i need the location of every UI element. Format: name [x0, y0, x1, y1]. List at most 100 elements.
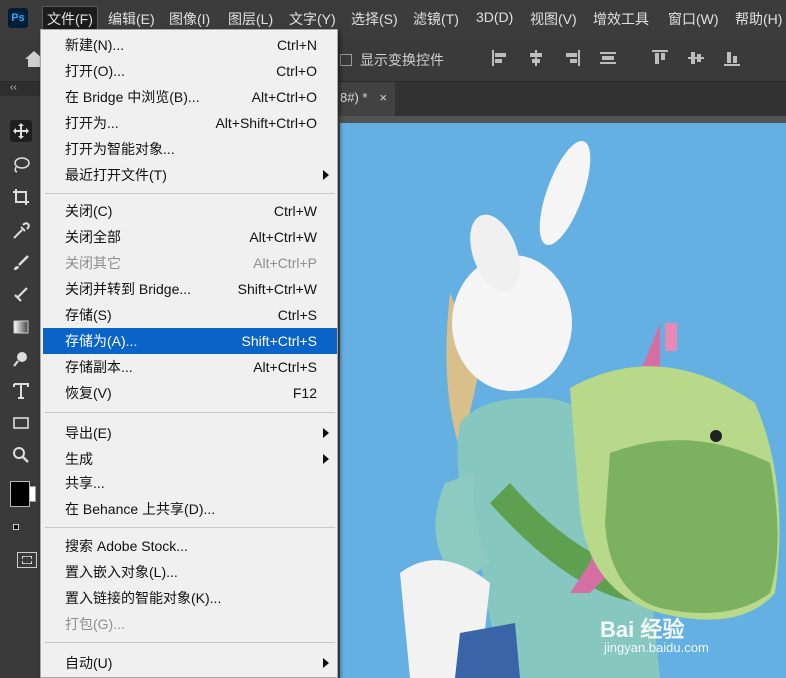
menu-type[interactable]: 文字(Y) [289, 9, 336, 29]
menu-item-place-embedded[interactable]: 置入嵌入对象(L)... [43, 559, 337, 585]
dodge-tool-icon[interactable] [10, 348, 32, 370]
tools-panel [0, 96, 40, 678]
menu-layer[interactable]: 图层(L) [228, 9, 273, 29]
close-tab-icon[interactable]: × [379, 90, 387, 116]
menu-item-package: 打包(G)... [43, 611, 337, 637]
align-left-icon[interactable] [492, 50, 508, 66]
baidu-watermark-url: jingyan.baidu.com [604, 640, 709, 655]
menu-item-share-behance[interactable]: 在 Behance 上共享(D)... [43, 496, 337, 522]
menu-window[interactable]: 窗口(W) [668, 9, 719, 29]
menu-item-save[interactable]: 存储(S) Ctrl+S [43, 302, 337, 328]
quick-mask-icon[interactable] [17, 552, 37, 568]
align-vcenter-icon[interactable] [688, 50, 704, 66]
menu-item-shortcut: Ctrl+N [276, 37, 317, 53]
menu-item-open-as[interactable]: 打开为... Alt+Shift+Ctrl+O [43, 110, 337, 136]
menu-filter[interactable]: 滤镜(T) [413, 9, 459, 29]
menu-item-open-recent[interactable]: 最近打开文件(T) [43, 162, 337, 188]
menu-item-shortcut: Ctrl+S [277, 307, 317, 323]
menu-item-label: 存储(S) [65, 307, 112, 323]
align-top-icon[interactable] [652, 50, 668, 66]
document-tab-bar: 8#) * × [336, 82, 786, 116]
menu-item-shortcut: Alt+Ctrl+O [251, 89, 317, 105]
menu-item-close-all[interactable]: 关闭全部 Alt+Ctrl+W [43, 224, 337, 250]
menu-item-save-as[interactable]: 存储为(A)... Shift+Ctrl+S [43, 328, 337, 354]
zoom-tool-icon[interactable] [10, 444, 32, 466]
submenu-arrow-icon [323, 454, 329, 464]
show-transform-checkbox[interactable] [340, 54, 352, 66]
menu-item-label: 关闭全部 [65, 229, 121, 245]
menu-item-shortcut: Alt+Ctrl+W [249, 229, 317, 245]
menu-item-label: 关闭并转到 Bridge... [65, 281, 192, 297]
file-menu-dropdown: 新建(N)... Ctrl+N 打开(O)... Ctrl+O 在 Bridge 中… [40, 29, 338, 678]
menu-separator [45, 412, 335, 413]
menu-item-search-adobe-stock[interactable]: 搜索 Adobe Stock... [43, 533, 337, 559]
menu-item-shortcut: Shift+Ctrl+W [237, 281, 317, 297]
menu-help[interactable]: 帮助(H) [735, 9, 782, 29]
eyedropper-tool-icon[interactable] [10, 220, 32, 242]
menu-item-shortcut: Alt+Shift+Ctrl+O [215, 115, 317, 131]
menu-item-shortcut: Alt+Ctrl+S [253, 359, 317, 375]
gradient-tool-icon[interactable] [10, 316, 32, 338]
document-tab[interactable]: 8#) * × [336, 82, 396, 116]
menu-item-close[interactable]: 关闭(C) Ctrl+W [43, 198, 337, 224]
menu-item-revert[interactable]: 恢复(V) F12 [43, 380, 337, 406]
menu-item-label: 存储副本... [65, 359, 133, 375]
menu-item-label: 恢复(V) [65, 385, 112, 401]
menu-item-shortcut: Shift+Ctrl+S [241, 333, 317, 349]
document-canvas[interactable] [340, 123, 786, 678]
menu-item-label: 自动(U) [65, 655, 113, 671]
menu-item-close-go-bridge[interactable]: 关闭并转到 Bridge... Shift+Ctrl+W [43, 276, 337, 302]
type-tool-icon[interactable] [10, 380, 32, 402]
move-tool-icon[interactable] [10, 120, 32, 142]
canvas-photo [340, 123, 786, 678]
menu-item-label: 存储为(A)... [65, 333, 138, 349]
menu-plugins[interactable]: 增效工具 [593, 9, 649, 29]
crop-tool-icon[interactable] [10, 186, 32, 208]
menu-item-label: 在 Bridge 中浏览(B)... [65, 89, 200, 105]
align-buttons [492, 50, 616, 66]
show-transform-controls[interactable]: 显示变换控件 [340, 50, 444, 70]
menu-view[interactable]: 视图(V) [530, 9, 577, 29]
menu-item-open-smart-object[interactable]: 打开为智能对象... [43, 136, 337, 162]
menu-item-share[interactable]: 共享... [43, 470, 337, 496]
menu-item-label: 关闭(C) [65, 203, 113, 219]
menu-item-open[interactable]: 打开(O)... Ctrl+O [43, 58, 337, 84]
lasso-tool-icon[interactable] [10, 154, 32, 176]
align-bottom-icon[interactable] [724, 50, 740, 66]
menu-item-shortcut: Alt+Ctrl+P [253, 255, 317, 271]
menu-item-label: 生成 [65, 451, 93, 467]
menu-item-browse-bridge[interactable]: 在 Bridge 中浏览(B)... Alt+Ctrl+O [43, 84, 337, 110]
menu-edit[interactable]: 编辑(E) [108, 9, 155, 29]
menu-separator [45, 642, 335, 643]
menu-select[interactable]: 选择(S) [351, 9, 398, 29]
menu-item-automate[interactable]: 自动(U) [43, 650, 337, 676]
menu-item-place-linked[interactable]: 置入链接的智能对象(K)... [43, 585, 337, 611]
menu-item-label: 打开为... [65, 115, 119, 131]
menu-3d[interactable]: 3D(D) [476, 9, 513, 25]
default-colors-icon[interactable] [13, 524, 19, 530]
brush-tool-icon[interactable] [10, 252, 32, 274]
menu-item-label: 最近打开文件(T) [65, 167, 167, 183]
menu-item-label: 共享... [65, 475, 105, 491]
menu-item-generate[interactable]: 生成 [43, 446, 337, 472]
collapse-panel-button[interactable]: ‹‹ [0, 82, 40, 96]
menu-item-close-others: 关闭其它 Alt+Ctrl+P [43, 250, 337, 276]
menu-item-shortcut: Ctrl+O [276, 63, 317, 79]
align-right-icon[interactable] [564, 50, 580, 66]
distribute-icon[interactable] [600, 50, 616, 66]
rectangle-tool-icon[interactable] [10, 412, 32, 434]
menu-item-label: 导出(E) [65, 425, 112, 441]
submenu-arrow-icon [323, 428, 329, 438]
menu-image[interactable]: 图像(I) [169, 9, 210, 29]
foreground-color-swatch[interactable] [10, 481, 30, 507]
submenu-arrow-icon [323, 170, 329, 180]
healing-brush-tool-icon[interactable] [10, 284, 32, 306]
align-hcenter-icon[interactable] [528, 50, 544, 66]
menu-item-save-copy[interactable]: 存储副本... Alt+Ctrl+S [43, 354, 337, 380]
menu-item-new[interactable]: 新建(N)... Ctrl+N [43, 32, 337, 58]
menu-item-export[interactable]: 导出(E) [43, 420, 337, 446]
menu-item-label: 置入链接的智能对象(K)... [65, 590, 222, 606]
menu-item-label: 置入嵌入对象(L)... [65, 564, 178, 580]
document-tab-title: 8#) * [340, 90, 368, 105]
show-transform-label: 显示变换控件 [360, 52, 444, 68]
